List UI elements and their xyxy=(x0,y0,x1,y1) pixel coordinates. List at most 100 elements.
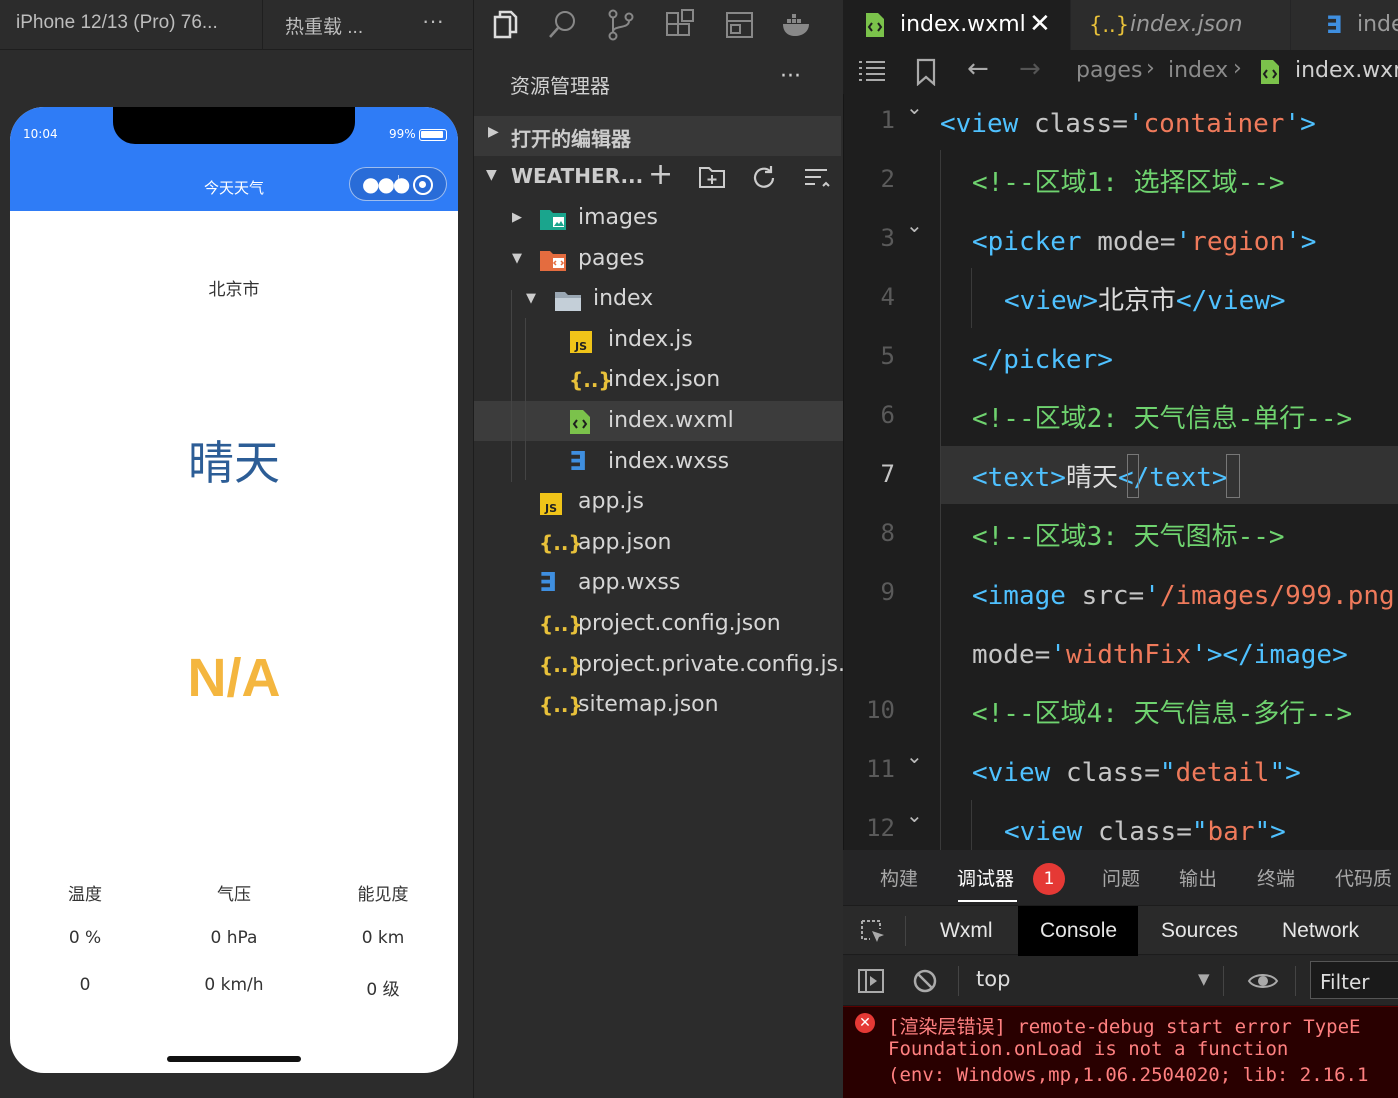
tree-item[interactable]: ▶ images xyxy=(474,198,843,238)
extensions-icon[interactable] xyxy=(663,8,697,42)
tree-item-label: index.wxml xyxy=(608,408,734,433)
tree-item[interactable]: {..} sitemap.json xyxy=(474,685,843,725)
nav-back-icon[interactable]: ← xyxy=(967,54,989,84)
tab-network[interactable]: Network xyxy=(1282,906,1359,956)
open-editors-section[interactable]: ▶ 打开的编辑器 xyxy=(474,116,841,156)
tree-item[interactable]: {..} project.private.config.js... xyxy=(474,645,859,685)
svg-text:JS: JS xyxy=(574,340,587,353)
menu-dots-icon[interactable]: ●●● xyxy=(362,172,410,196)
tree-item[interactable]: ▼ pages xyxy=(474,239,843,279)
tree-item-label: app.json xyxy=(578,529,672,555)
close-tab-icon[interactable]: ✕ xyxy=(1029,0,1051,49)
dropdown-arrow-icon[interactable]: ▼ xyxy=(1198,970,1210,988)
chevron-right-icon[interactable]: ▶ xyxy=(512,198,522,238)
code-line[interactable]: <text>晴天</text> xyxy=(972,458,1228,498)
docker-icon[interactable] xyxy=(780,8,814,42)
code-line[interactable]: <picker mode='region'> xyxy=(972,222,1316,262)
tab-debugger[interactable]: 调试器 xyxy=(957,864,1014,891)
code-line[interactable]: <!--区域1: 选择区域--> xyxy=(972,163,1285,203)
code-line[interactable]: <view class='container'> xyxy=(940,104,1316,144)
eye-icon[interactable] xyxy=(1247,970,1279,992)
error-line-1[interactable]: [渲染层错误] remote-debug start error TypeE xyxy=(888,1012,1361,1039)
tree-item[interactable]: JS index.js xyxy=(474,320,843,360)
pressure-value: 0 hPa xyxy=(210,928,258,948)
chevron-down-icon[interactable]: ▼ xyxy=(526,279,536,319)
refresh-icon[interactable] xyxy=(750,164,778,192)
code-line[interactable]: <view class="bar"> xyxy=(1004,812,1286,852)
json-file-icon: {..} xyxy=(539,652,583,677)
tree-item[interactable]: ∃ index.wxss xyxy=(474,442,843,482)
files-icon[interactable] xyxy=(487,8,521,42)
hot-reload-button[interactable]: 热重载 ... xyxy=(285,12,363,39)
tree-item[interactable]: ∃ app.wxss xyxy=(474,563,843,603)
code-line[interactable]: <image src='/images/999.png' xyxy=(972,576,1398,616)
chevron-down-icon: ▼ xyxy=(486,167,497,183)
code-line[interactable]: <view>北京市</view> xyxy=(1004,281,1286,321)
code-line[interactable]: <!--区域4: 天气信息-多行--> xyxy=(972,694,1352,734)
tab-index-wxml[interactable]: index.wxml ✕ xyxy=(843,0,1070,50)
source-control-icon[interactable] xyxy=(604,8,638,42)
open-editors-label: 打开的编辑器 xyxy=(511,127,631,151)
tab-problems[interactable]: 问题 xyxy=(1102,864,1140,891)
tab-code-quality[interactable]: 代码质 xyxy=(1335,864,1392,891)
code-line[interactable]: mode='widthFix'></image> xyxy=(972,635,1348,675)
tree-item-label: index.json xyxy=(608,367,721,393)
device-selector[interactable]: iPhone 12/13 (Pro) 76... xyxy=(16,12,218,34)
fold-chevron-icon[interactable]: ⌄ xyxy=(906,744,923,768)
fold-chevron-icon[interactable]: ⌄ xyxy=(906,803,923,827)
tab-index-json[interactable]: {..} index.json xyxy=(1071,0,1290,50)
code-line[interactable]: <!--区域3: 天气图标--> xyxy=(972,517,1285,557)
layout-icon[interactable] xyxy=(723,8,757,42)
collapse-all-icon[interactable] xyxy=(802,164,830,192)
sidebar-toggle-icon[interactable] xyxy=(857,968,885,994)
chevron-down-icon[interactable]: ▼ xyxy=(512,239,522,279)
tree-item-label: sitemap.json xyxy=(578,692,719,718)
outline-list-icon[interactable] xyxy=(857,58,887,84)
breadcrumb-pages[interactable]: pages xyxy=(1076,58,1142,83)
code-line[interactable]: </picker> xyxy=(972,340,1113,380)
tree-item[interactable]: {..} project.config.json xyxy=(474,604,843,644)
json-file-icon: {..} xyxy=(539,693,583,718)
breadcrumb-file[interactable]: index.wxn xyxy=(1295,58,1398,83)
clear-console-icon[interactable] xyxy=(912,968,938,994)
tree-item[interactable]: ▼ index xyxy=(474,279,843,319)
search-icon[interactable] xyxy=(546,8,580,42)
tab-output[interactable]: 输出 xyxy=(1179,864,1217,891)
new-file-icon[interactable]: + xyxy=(648,157,673,192)
new-folder-icon[interactable] xyxy=(698,164,726,190)
explorer-more-button[interactable]: ··· xyxy=(780,64,801,89)
tree-item-label: app.js xyxy=(578,489,644,515)
line-number: 12 xyxy=(866,814,895,842)
filter-input[interactable]: Filter xyxy=(1310,961,1398,999)
breadcrumb-index[interactable]: index xyxy=(1168,58,1228,83)
tree-item[interactable]: JS app.js xyxy=(474,482,843,522)
inspect-element-icon[interactable] xyxy=(859,918,887,946)
fold-chevron-icon[interactable]: ⌄ xyxy=(906,213,923,237)
editor-tabs: index.wxml ✕ {..} index.json ∃ inde xyxy=(843,0,1398,50)
code-line[interactable]: <!--区域2: 天气信息-单行--> xyxy=(972,399,1352,439)
error-line-2[interactable]: Foundation.onLoad is not a function xyxy=(888,1038,1288,1060)
capsule-menu[interactable]: ●●● xyxy=(349,167,447,201)
close-target-icon[interactable] xyxy=(413,175,433,195)
tree-item[interactable]: index.wxml xyxy=(474,401,843,441)
tab-wxml[interactable]: Wxml xyxy=(940,906,992,956)
tab-label: index.json xyxy=(1130,12,1243,37)
nav-forward-icon[interactable]: → xyxy=(1019,54,1041,84)
tab-terminal[interactable]: 终端 xyxy=(1257,864,1295,891)
context-selector[interactable]: top xyxy=(976,967,1010,991)
tree-item[interactable]: {..} app.json xyxy=(474,523,843,563)
tab-console[interactable]: Console xyxy=(1040,906,1117,956)
indent-guide xyxy=(940,150,941,850)
bookmark-icon[interactable] xyxy=(915,58,937,86)
fold-chevron-icon[interactable]: ⌄ xyxy=(906,95,923,119)
code-line[interactable]: <view class="detail"> xyxy=(972,753,1301,793)
tab-build[interactable]: 构建 xyxy=(880,864,918,891)
city-picker[interactable]: 北京市 xyxy=(10,275,458,300)
tree-item[interactable]: {..} index.json xyxy=(474,360,843,400)
error-line-3[interactable]: (env: Windows,mp,1.06.2504020; lib: 2.16… xyxy=(888,1064,1368,1086)
tab-index-wxss[interactable]: ∃ inde xyxy=(1291,0,1398,50)
project-section[interactable]: ▼ WEATHER... + xyxy=(474,157,841,197)
visibility-value: 0 km xyxy=(361,928,405,948)
simulator-more-button[interactable]: ··· xyxy=(422,8,444,34)
tab-sources[interactable]: Sources xyxy=(1161,906,1238,956)
